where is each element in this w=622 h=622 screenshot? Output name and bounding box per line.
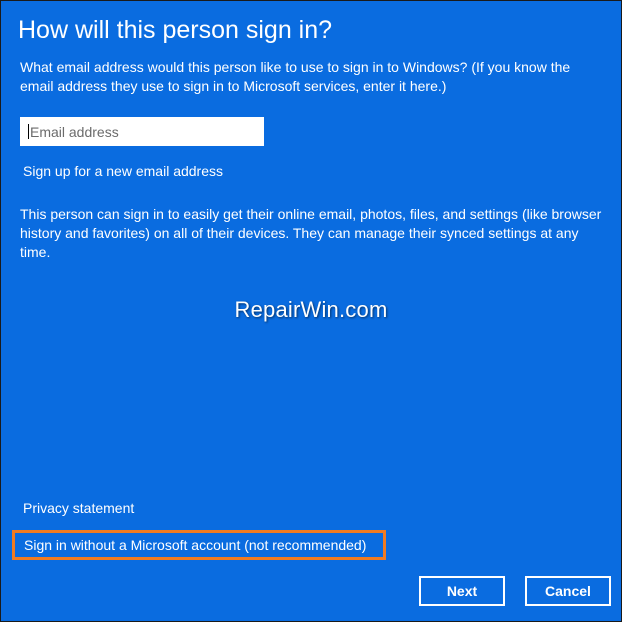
- email-prompt-text: What email address would this person lik…: [20, 59, 571, 94]
- dialog-title: How will this person sign in?: [18, 16, 333, 44]
- sign-up-new-email-link[interactable]: Sign up for a new email address: [23, 163, 223, 179]
- account-info-text: This person can sign in to easily get th…: [20, 206, 602, 260]
- text-caret: [28, 124, 29, 139]
- highlight-box: Sign in without a Microsoft account (not…: [12, 530, 386, 560]
- sign-in-without-microsoft-account-link[interactable]: Sign in without a Microsoft account (not…: [24, 537, 366, 553]
- email-field[interactable]: Email address: [20, 117, 264, 146]
- next-button[interactable]: Next: [419, 576, 505, 606]
- add-user-dialog: How will this person sign in? What email…: [0, 0, 622, 622]
- watermark: RepairWin.com: [234, 297, 388, 322]
- email-placeholder: Email address: [30, 123, 119, 140]
- privacy-statement-link[interactable]: Privacy statement: [23, 500, 134, 516]
- cancel-button[interactable]: Cancel: [525, 576, 611, 606]
